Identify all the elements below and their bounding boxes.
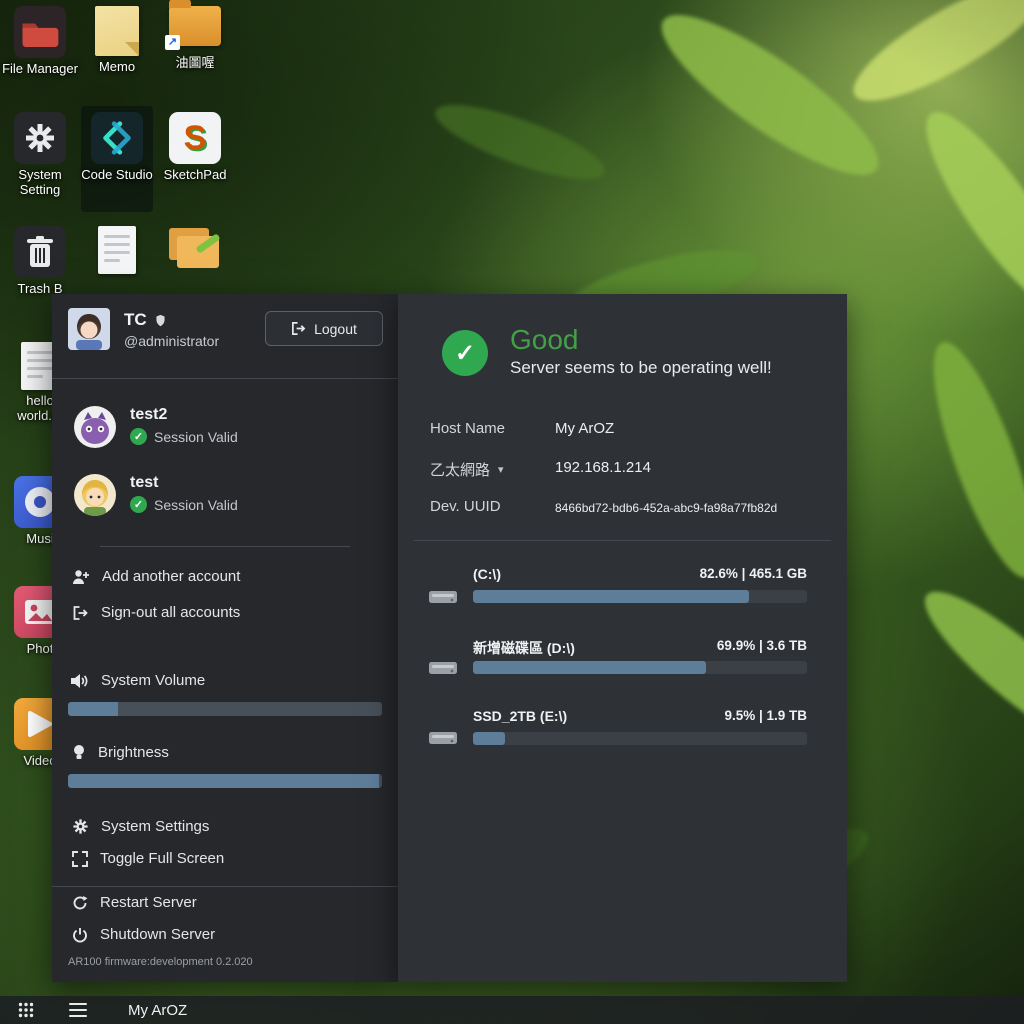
user-name: TC bbox=[124, 310, 147, 330]
icon-label: File Manager bbox=[2, 62, 78, 77]
icon-label: SketchPad bbox=[157, 168, 233, 183]
uuid-value: 8466bd72-bdb6-452a-abc9-fa98a77fb82d bbox=[555, 501, 777, 515]
taskbar: My ArOZ bbox=[0, 996, 1024, 1024]
user-handle: @administrator bbox=[124, 333, 219, 349]
bulb-icon bbox=[72, 744, 86, 761]
icon-label: 油圖喔 bbox=[157, 56, 233, 71]
session-valid-icon: ✓ bbox=[130, 428, 147, 445]
speaker-icon bbox=[70, 673, 89, 689]
disk-usage-bar bbox=[473, 590, 807, 603]
desktop-icon-memo[interactable]: Memo bbox=[79, 6, 155, 75]
gear-icon bbox=[72, 818, 89, 835]
gear-icon bbox=[14, 112, 66, 164]
file-manager-icon bbox=[14, 6, 66, 58]
drive-icon bbox=[428, 728, 458, 747]
status-title: Good bbox=[510, 324, 579, 356]
account-panel: TC @administrator Logout test2 ✓ Session… bbox=[52, 294, 398, 982]
drive-icon bbox=[428, 587, 458, 606]
menu-icon[interactable] bbox=[64, 996, 92, 1024]
add-user-icon bbox=[72, 569, 90, 585]
desktop-icon-shortcut-folder[interactable]: ↗ 油圖喔 bbox=[157, 0, 233, 71]
restart-icon bbox=[72, 895, 88, 911]
fullscreen-icon bbox=[72, 851, 88, 867]
volume-slider[interactable] bbox=[68, 702, 382, 716]
disk-usage: 82.6% | 465.1 GB bbox=[700, 566, 807, 581]
account-name: test2 bbox=[130, 406, 167, 424]
disk-usage-bar bbox=[473, 661, 807, 674]
status-subtitle: Server seems to be operating well! bbox=[510, 358, 772, 378]
disk-usage: 69.9% | 3.6 TB bbox=[717, 638, 807, 653]
toggle-fullscreen-item[interactable]: Toggle Full Screen bbox=[72, 850, 224, 867]
signout-icon bbox=[72, 605, 89, 621]
taskbar-title: My ArOZ bbox=[128, 1002, 187, 1019]
drive-icon bbox=[428, 658, 458, 677]
shutdown-server-item[interactable]: Shutdown Server bbox=[72, 926, 215, 943]
document-icon bbox=[98, 226, 136, 274]
uuid-label: Dev. UUID bbox=[430, 498, 501, 515]
disk-usage-bar bbox=[473, 732, 807, 745]
logout-icon bbox=[291, 321, 306, 336]
system-settings-item[interactable]: System Settings bbox=[72, 818, 209, 835]
system-volume-label: System Volume bbox=[70, 672, 205, 689]
session-status: Session Valid bbox=[154, 497, 238, 513]
admin-shield-icon bbox=[154, 313, 167, 328]
desktop-icon-system-setting[interactable]: System Setting bbox=[2, 112, 78, 198]
folder-edit-icon bbox=[169, 226, 221, 272]
avatar bbox=[74, 474, 116, 516]
add-account-item[interactable]: Add another account bbox=[72, 568, 240, 585]
chevron-down-icon: ▾ bbox=[498, 463, 504, 476]
server-status-panel: ✓ Good Server seems to be operating well… bbox=[398, 294, 847, 982]
shortcut-arrow-icon: ↗ bbox=[165, 35, 180, 50]
app-grid-icon[interactable] bbox=[12, 996, 40, 1024]
icon-label: Memo bbox=[79, 60, 155, 75]
icon-label: System Setting bbox=[2, 168, 78, 198]
sketchpad-icon: S bbox=[169, 112, 221, 164]
brightness-label: Brightness bbox=[72, 744, 169, 761]
avatar bbox=[74, 406, 116, 448]
power-icon bbox=[72, 927, 88, 943]
desktop-icon-file-manager[interactable]: File Manager bbox=[2, 6, 78, 77]
firmware-version: AR100 firmware:development 0.2.020 bbox=[68, 956, 253, 968]
signout-all-item[interactable]: Sign-out all accounts bbox=[72, 604, 240, 621]
desktop-icon-folder-edit[interactable] bbox=[157, 226, 233, 272]
hostname-label: Host Name bbox=[430, 420, 505, 437]
disk-usage: 9.5% | 1.9 TB bbox=[724, 708, 807, 723]
restart-server-item[interactable]: Restart Server bbox=[72, 894, 197, 911]
ip-address-value: 192.168.1.214 bbox=[555, 459, 651, 476]
trash-icon bbox=[14, 226, 66, 278]
logout-button[interactable]: Logout bbox=[265, 311, 383, 346]
memo-icon bbox=[95, 6, 139, 56]
icon-label: Code Studio bbox=[79, 168, 155, 183]
network-interface-select[interactable]: 乙太網路 ▾ bbox=[430, 459, 504, 480]
desktop-icon-code-studio[interactable]: Code Studio bbox=[79, 112, 155, 183]
desktop-icon-trash[interactable]: Trash B bbox=[2, 226, 78, 297]
folder-shortcut-icon: ↗ bbox=[169, 6, 221, 46]
desktop-icon-document[interactable] bbox=[79, 226, 155, 274]
hostname-value: My ArOZ bbox=[555, 420, 614, 437]
status-ok-icon: ✓ bbox=[442, 330, 488, 376]
code-studio-icon bbox=[91, 112, 143, 164]
account-name: test bbox=[130, 474, 158, 492]
desktop-icon-sketchpad[interactable]: S SketchPad bbox=[157, 112, 233, 183]
brightness-slider[interactable] bbox=[68, 774, 382, 788]
session-status: Session Valid bbox=[154, 429, 238, 445]
session-valid-icon: ✓ bbox=[130, 496, 147, 513]
avatar bbox=[68, 308, 110, 350]
